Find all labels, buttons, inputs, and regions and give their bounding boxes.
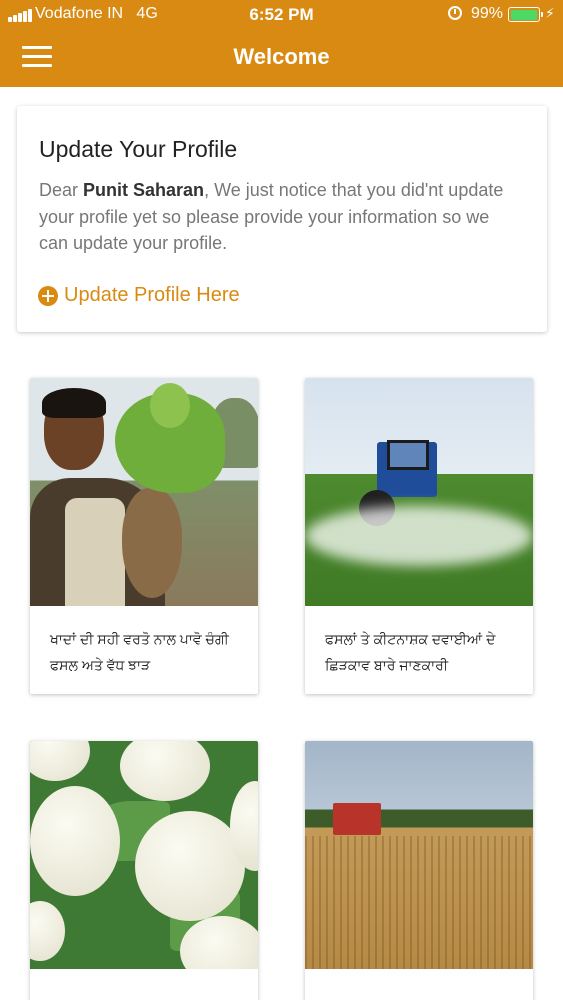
user-name: Punit Saharan [83,180,205,200]
article-card[interactable]: ਫਸਲਾਂ ਤੇ ਕੀਟਨਾਸ਼ਕ ਦਵਾਈਆਂ ਦੇ ਛਿੜਕਾਵ ਬਾਰੇ … [305,378,533,694]
wheat-field-photo [305,741,533,969]
cauliflower-photo [30,741,258,969]
page-title: Welcome [233,44,330,69]
article-caption [30,969,258,989]
alarm-icon [448,6,462,20]
update-profile-card: Update Your Profile Dear Punit Saharan, … [17,106,547,332]
article-caption: ਫਸਲਾਂ ਤੇ ਕੀਟਨਾਸ਼ਕ ਦਵਾਈਆਂ ਦੇ ਛਿੜਕਾਵ ਬਾਰੇ … [325,631,496,673]
profile-card-title: Update Your Profile [39,136,238,162]
article-card[interactable]: ਖਾਦਾਂ ਦੀ ਸਹੀ ਵਰਤੋ ਨਾਲ ਪਾਵੋ ਚੰਗੀ ਫਸਲ ਅਤੇ … [30,378,258,694]
app-header: Vodafone IN 4G 6:52 PM 99% ⚡ Welcome [0,0,563,87]
update-profile-link[interactable]: Update Profile Here [38,284,240,307]
article-card[interactable] [30,741,258,1000]
article-caption: ਖਾਦਾਂ ਦੀ ਸਹੀ ਵਰਤੋ ਨਾਲ ਪਾਵੋ ਚੰਗੀ ਫਸਲ ਅਤੇ … [50,631,229,673]
article-caption [305,969,533,989]
status-bar: Vodafone IN 4G 6:52 PM 99% ⚡ [0,0,563,30]
greeting: Dear [39,180,79,200]
tractor-spraying-photo [305,378,533,606]
battery-icon [508,7,543,22]
update-profile-label: Update Profile Here [64,284,240,306]
farmer-with-plant-photo [30,378,258,606]
profile-card-message: Dear Punit Saharan, We just notice that … [39,177,519,257]
plus-circle-icon [38,285,58,306]
battery-percent: 99% [471,5,504,22]
charging-icon: ⚡ [545,5,555,21]
battery-fill [510,9,538,20]
article-card[interactable] [305,741,533,1000]
